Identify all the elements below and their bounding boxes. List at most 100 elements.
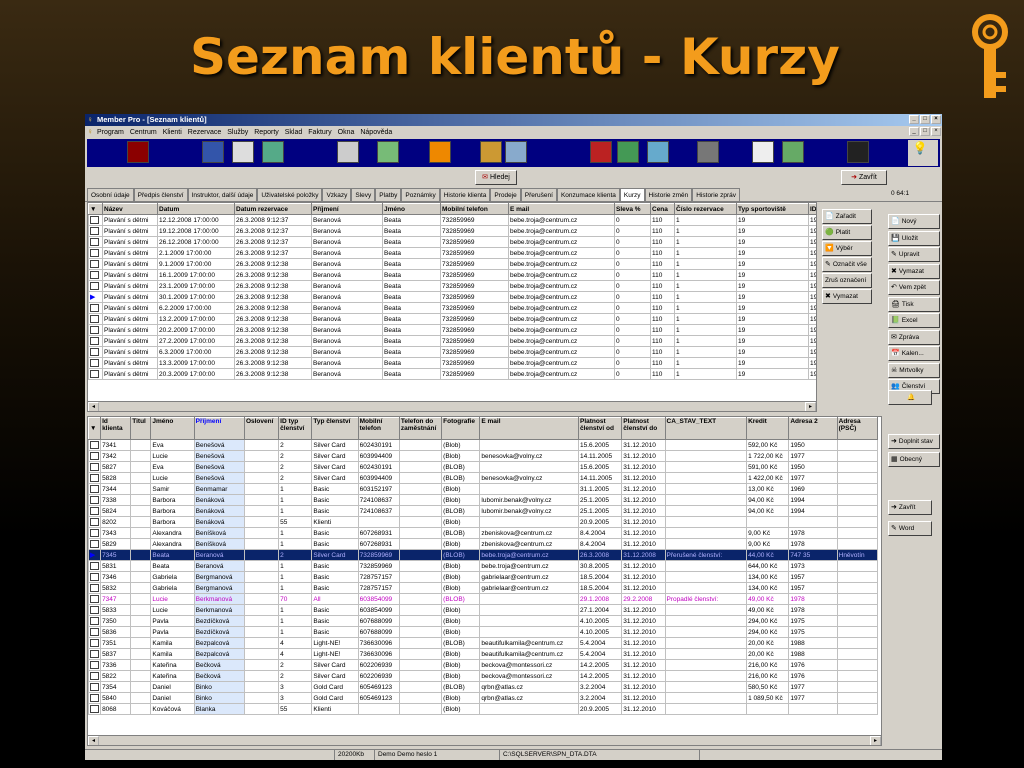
row-checkbox[interactable] [88,450,102,462]
table-row[interactable]: ▶ 7345 Beata Beranová 2 Silver Card 732859969 (… [88,549,879,561]
client-extra-button-1[interactable]: ▦ Obecný [888,452,940,467]
client-extra-button-0[interactable]: ➜ Doplnit stav [888,434,940,449]
table-row[interactable]: Plavání s dětmi 19.12.2008 17:00:00 26.3.2… [88,225,816,237]
checkbox[interactable] [90,573,99,581]
tab-1[interactable]: Předpis členství [133,188,188,201]
tab-11[interactable]: Konzumace klienta [556,188,620,201]
checkbox[interactable] [90,227,99,235]
table-row[interactable]: 5833 Lucie Berkmanová 1 Basic 603854099 (Blob)… [88,604,879,616]
column-header[interactable]: Typ členství [311,417,359,440]
table-row[interactable]: Plavání s dětmi 16.1.2009 17:00:00 26.3.20… [88,269,816,281]
column-header[interactable]: Cena [650,203,675,215]
client-button-0[interactable]: 📄 Nový [888,214,940,229]
column-header[interactable]: Kredit [746,417,790,440]
checkbox[interactable] [90,452,99,460]
tab-6[interactable]: Platby [375,188,402,201]
menu-klienti[interactable]: Klienti [163,129,182,136]
client-button-9[interactable]: ☠ Mrtvolky [888,362,940,378]
board-icon[interactable] [337,141,359,163]
menu-sklad[interactable]: Sklad [285,129,303,136]
checkbox[interactable] [90,683,99,691]
search-button[interactable]: ✉ Hledej [475,170,517,185]
table-row[interactable]: 5832 Gabriela Bergmanová 1 Basic 728757157 (Bl… [88,582,879,594]
checkbox[interactable] [90,562,99,570]
table-row[interactable]: 5831 Beata Beranová 1 Basic 732859969 (Blob) be… [88,560,879,572]
row-checkbox[interactable] [88,670,102,682]
table-row[interactable]: 7341 Eva Benešová 2 Silver Card 602430191 (Blo… [88,439,879,451]
checkbox[interactable] [90,441,99,449]
notes-icon[interactable] [232,141,254,163]
member-card-icon[interactable] [127,141,149,163]
row-checkbox[interactable] [88,538,102,550]
menu-reporty[interactable]: Reporty [254,129,279,136]
column-header[interactable]: Fotografie [441,417,481,440]
checkbox[interactable] [90,249,99,257]
tab-12[interactable]: Kurzy [619,188,645,201]
row-checkbox[interactable] [88,648,102,660]
table-row[interactable]: ▶ Plavání s dětmi 30.1.2009 17:00:00 26.3.2… [88,291,816,303]
row-checkbox[interactable] [88,346,103,358]
table-row[interactable]: 7351 Kamila Bezpalcová 4 Light-NE! 736630096 (… [88,637,879,649]
bulb-icon[interactable]: 💡 [909,141,931,163]
client-button-8[interactable]: 📅 Kalen... [888,346,940,361]
checkbox[interactable] [90,348,99,356]
table-row[interactable]: 7344 Samir Benmamar 1 Basic 603152197 (Blob) 31… [88,483,879,495]
courses-hscrollbar[interactable]: ◂ ▸ [88,401,816,411]
checkbox[interactable] [90,370,99,378]
row-checkbox[interactable] [88,593,102,605]
checkbox[interactable] [90,485,99,493]
checkbox[interactable] [90,628,99,636]
scroll-left-icon[interactable]: ◂ [88,402,99,411]
column-header[interactable]: Datum rezervace [234,203,312,215]
tab-8[interactable]: Historie klienta [439,188,491,201]
table-row[interactable]: 5829 Alexandra Beníšková 1 Basic 607268931 (Bl… [88,538,879,550]
row-checkbox[interactable] [88,703,102,715]
column-header[interactable]: E mail [508,203,615,215]
scroll-right-icon[interactable]: ▸ [870,736,881,745]
checkbox[interactable] [90,304,99,312]
checkbox[interactable] [90,496,99,504]
column-header[interactable]: Příjmení [311,203,383,215]
row-checkbox[interactable] [88,335,103,347]
column-header[interactable]: Datum [157,203,235,215]
table-row[interactable]: Plavání s dětmi 26.12.2008 17:00:00 26.3.2… [88,236,816,248]
row-checkbox[interactable] [88,681,102,693]
courses-button-2[interactable]: 🔽 Výběr [822,241,872,256]
checkbox[interactable] [90,639,99,647]
column-header[interactable]: Název [102,203,158,215]
checkbox[interactable] [90,326,99,334]
person-icon[interactable] [752,141,774,163]
row-checkbox[interactable] [88,214,103,226]
table-row[interactable]: 5824 Barbora Benáková 1 Basic 724108637 (BLOB)… [88,505,879,517]
client-button-3[interactable]: ✖ Vymazat [888,263,940,279]
child-minimize-button[interactable]: _ [909,127,919,136]
checkbox[interactable] [90,540,99,548]
table-row[interactable]: 5822 Kateřina Bečková 2 Silver Card 602206939… [88,670,879,682]
child-maximize-button[interactable]: □ [920,127,930,136]
column-header[interactable]: Telefon do zaměstnání [398,417,443,440]
checkbox[interactable] [90,238,99,246]
favorite-button[interactable]: 🔔 [888,390,932,405]
column-header[interactable]: Sleva % [614,203,651,215]
tab-10[interactable]: Přerušení [520,188,557,201]
tab-2[interactable]: Instruktor, další údaje [187,188,258,201]
courses-button-4[interactable]: Zruš označení [822,273,872,288]
checkbox[interactable] [90,694,99,702]
row-checkbox[interactable]: ▶ [88,291,103,303]
row-checkbox[interactable] [88,582,102,594]
table-row[interactable]: Plavání s dětmi 20.2.2009 17:00:00 26.3.20… [88,324,816,336]
menu-program[interactable]: Program [97,129,124,136]
checkbox[interactable] [90,337,99,345]
minimize-button[interactable]: _ [909,115,919,124]
menu-centrum[interactable]: Centrum [130,129,157,136]
checkbox[interactable] [90,507,99,515]
row-checkbox[interactable] [88,637,102,649]
table-row[interactable]: Plavání s dětmi 9.1.2009 17:00:00 26.3.200… [88,258,816,270]
checkbox[interactable] [90,584,99,592]
table-row[interactable]: 7338 Barbora Benáková 1 Basic 724108637 (Blob)… [88,494,879,506]
table-row[interactable]: 5836 Pavla Bezdíčková 1 Basic 607688099 (Blob)… [88,626,879,638]
client-button-5[interactable]: 🖨 Tisk [888,296,940,312]
row-checkbox[interactable] [88,258,103,270]
color-icon[interactable] [429,141,451,163]
row-checkbox[interactable] [88,516,102,528]
